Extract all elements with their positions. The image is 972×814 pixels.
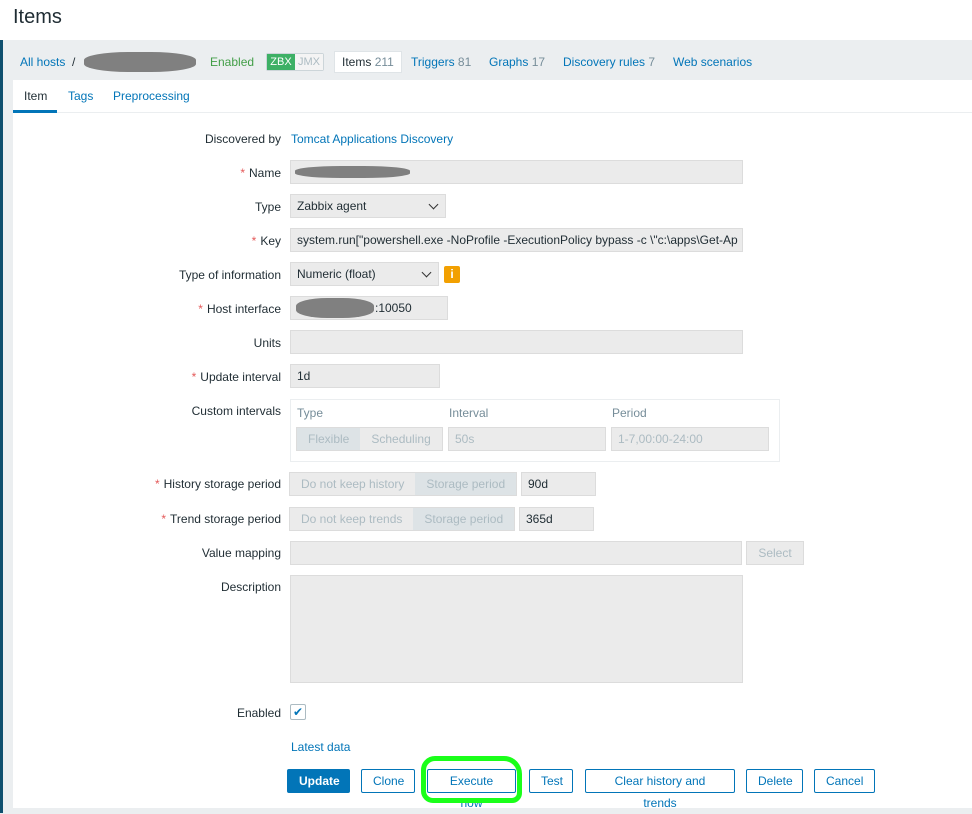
redacted-name — [295, 166, 410, 178]
units-label: Units — [253, 336, 281, 350]
update-interval-label: * Update interval — [191, 370, 281, 384]
sidebar-edge — [0, 40, 3, 813]
availability-badges: ZBX JMX — [266, 53, 324, 71]
custom-interval-input[interactable]: 50s — [448, 427, 606, 451]
value-mapping-select-button[interactable]: Select — [746, 541, 804, 565]
breadcrumb-separator: / — [72, 55, 76, 69]
info-icon[interactable]: i — [444, 266, 460, 283]
nav-graphs[interactable]: Graphs 17 — [489, 55, 545, 69]
description-label: Description — [220, 580, 281, 594]
custom-intervals-label: Custom intervals — [191, 404, 281, 418]
name-label: * Name — [240, 166, 281, 180]
type-info-label: Type of information — [178, 268, 281, 282]
custom-type-toggle: Flexible Scheduling — [296, 427, 443, 451]
nav-triggers[interactable]: Triggers 81 — [411, 55, 471, 69]
redacted-host-ip — [296, 298, 374, 318]
tab-tags[interactable]: Tags — [68, 89, 93, 103]
host-status[interactable]: Enabled — [210, 55, 254, 69]
custom-period-header: Period — [612, 406, 647, 420]
discovered-by-link[interactable]: Tomcat Applications Discovery — [291, 132, 453, 146]
nav-items[interactable]: Items 211 — [334, 51, 402, 73]
tab-divider — [13, 112, 972, 113]
trend-no-keep-option[interactable]: Do not keep trends — [290, 508, 414, 530]
trend-label: * Trend storage period — [161, 512, 281, 526]
flexible-option[interactable]: Flexible — [297, 428, 361, 450]
nav-web-scenarios[interactable]: Web scenarios — [673, 55, 752, 69]
custom-period-input[interactable]: 1-7,00:00-24:00 — [611, 427, 769, 451]
page-title: Items — [13, 6, 62, 28]
type-select[interactable]: Zabbix agent — [290, 194, 446, 218]
trend-storage-option[interactable]: Storage period — [413, 508, 515, 530]
tab-preprocessing[interactable]: Preprocessing — [113, 89, 190, 103]
redacted-host-name — [84, 52, 196, 72]
key-input[interactable]: system.run["powershell.exe -NoProfile -E… — [290, 228, 743, 252]
delete-button[interactable]: Delete — [746, 769, 803, 793]
key-label: * Key — [251, 234, 281, 248]
zbx-badge: ZBX — [267, 54, 295, 70]
history-label: * History storage period — [154, 477, 281, 491]
trend-input[interactable]: 365d — [519, 507, 594, 531]
history-no-keep-option[interactable]: Do not keep history — [290, 473, 416, 495]
type-label: Type — [254, 200, 281, 214]
latest-data-link[interactable]: Latest data — [291, 740, 350, 754]
nav-discovery-rules[interactable]: Discovery rules 7 — [563, 55, 655, 69]
units-input[interactable] — [290, 330, 743, 354]
history-storage-option[interactable]: Storage period — [415, 473, 517, 495]
scheduling-option[interactable]: Scheduling — [360, 428, 442, 450]
history-toggle: Do not keep history Storage period — [289, 472, 518, 496]
custom-type-header: Type — [297, 406, 324, 420]
breadcrumb-all-hosts[interactable]: All hosts — [20, 55, 65, 69]
jmx-badge: JMX — [295, 54, 323, 70]
enabled-label: Enabled — [236, 706, 281, 720]
type-info-select[interactable]: Numeric (float) — [290, 262, 439, 286]
active-tab-indicator — [13, 110, 57, 113]
update-interval-input[interactable]: 1d — [290, 364, 440, 388]
tab-item[interactable]: Item — [24, 89, 47, 103]
value-mapping-input[interactable] — [290, 541, 742, 565]
history-input[interactable]: 90d — [521, 472, 596, 496]
header — [0, 0, 972, 40]
discovered-by-label: Discovered by — [204, 132, 281, 146]
host-interface-label: * Host interface — [198, 302, 281, 316]
test-button[interactable]: Test — [529, 769, 573, 793]
custom-interval-header: Interval — [449, 406, 489, 420]
enabled-checkbox[interactable]: ✔ — [290, 704, 306, 720]
update-button[interactable]: Update — [287, 769, 350, 793]
highlight-annotation — [421, 756, 522, 803]
value-mapping-label: Value mapping — [201, 546, 281, 560]
cancel-button[interactable]: Cancel — [814, 769, 875, 793]
clear-history-button[interactable]: Clear history and trends — [585, 769, 735, 810]
description-textarea[interactable] — [290, 575, 743, 683]
clone-button[interactable]: Clone — [361, 769, 415, 793]
trend-toggle: Do not keep trends Storage period — [289, 507, 516, 531]
